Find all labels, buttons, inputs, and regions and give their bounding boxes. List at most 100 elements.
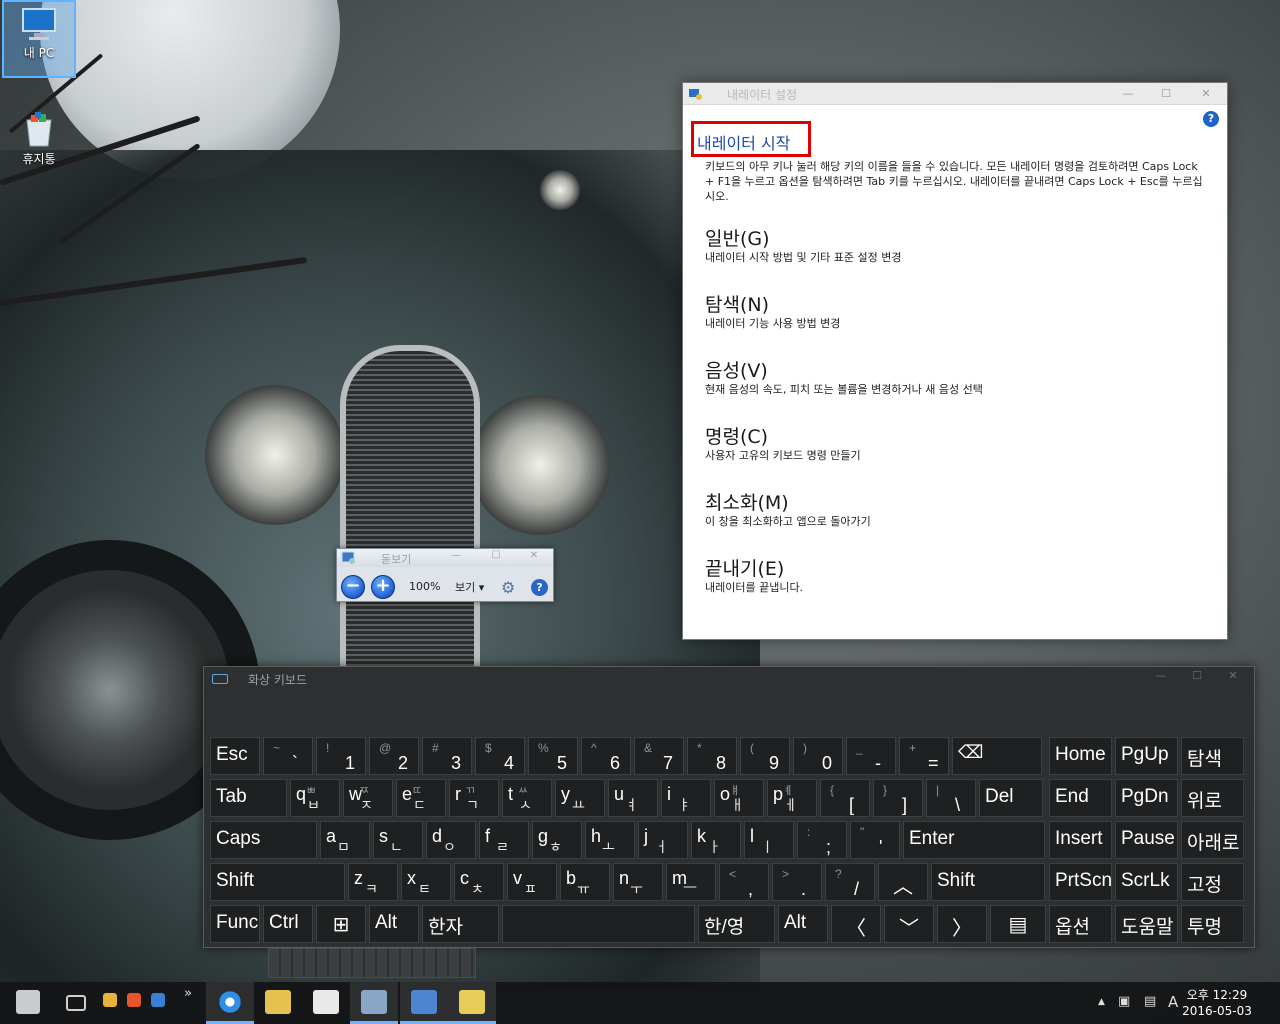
key-s[interactable]: sㄴ (373, 821, 423, 859)
taskbar-store[interactable] (302, 982, 350, 1024)
key-1[interactable]: ! 1 (316, 737, 366, 775)
help-icon[interactable]: ? (531, 579, 548, 596)
section-commands[interactable]: 명령(C) 사용자 고유의 키보드 명령 만들기 (705, 425, 1205, 463)
key-,[interactable]: <, (719, 863, 769, 901)
key-Ctrl[interactable]: Ctrl (263, 905, 313, 943)
start-button[interactable] (4, 982, 52, 1024)
key-PrtScn[interactable]: PrtScn (1049, 863, 1112, 901)
help-icon[interactable]: ? (1203, 111, 1219, 127)
key-i[interactable]: iㅑ (661, 779, 711, 817)
section-minimize[interactable]: 최소화(M) 이 창을 최소화하고 앱으로 돌아가기 (705, 491, 1205, 529)
start-narrator-link[interactable]: 내레이터 시작 (691, 121, 811, 157)
key-고정[interactable]: 고정 (1181, 863, 1244, 901)
key-9[interactable]: (9 (740, 737, 790, 775)
section-exit[interactable]: 끝내기(E) 내레이터를 끝냅니다. (705, 557, 1205, 595)
key-Del[interactable]: Del (979, 779, 1043, 817)
key-〉[interactable]: 〉 (937, 905, 987, 943)
show-hidden-icons-button[interactable]: ▲ (1098, 997, 1105, 1007)
key-Pause[interactable]: Pause (1115, 821, 1178, 859)
key-옵션[interactable]: 옵션 (1049, 905, 1112, 943)
key-〈[interactable]: 〈 (831, 905, 881, 943)
title-bar[interactable]: 돋보기 — ☐ ✕ (337, 549, 553, 567)
section-navigation[interactable]: 탐색(N) 내레이터 기능 사용 방법 변경 (705, 293, 1205, 331)
zoom-out-button[interactable]: − (341, 575, 365, 599)
key-⌫[interactable]: ⌫ (952, 737, 1042, 775)
key-b[interactable]: bㅠ (560, 863, 610, 901)
key-6[interactable]: ^ 6 (581, 737, 631, 775)
minimize-button[interactable]: — (1146, 669, 1176, 682)
key-e[interactable]: eㄷㄸ (396, 779, 446, 817)
key-Home[interactable]: Home (1049, 737, 1112, 775)
key-space[interactable] (502, 905, 695, 943)
key-'[interactable]: " ' (850, 821, 900, 859)
quicklaunch-overflow[interactable]: » (176, 982, 200, 1024)
key-;[interactable]: :; (797, 821, 847, 859)
key-5[interactable]: % 5 (528, 737, 578, 775)
close-button[interactable]: ✕ (1191, 83, 1221, 105)
clock[interactable]: 오후 12:29 2016-05-03 (1172, 987, 1262, 1019)
view-dropdown[interactable]: 보기 ▾ (455, 579, 484, 595)
key-PgDn[interactable]: PgDn (1115, 779, 1178, 817)
key-x[interactable]: xㅌ (401, 863, 451, 901)
action-center-icon[interactable]: ▤ (1144, 994, 1156, 1009)
key-도움말[interactable]: 도움말 (1115, 905, 1178, 943)
key-Insert[interactable]: Insert (1049, 821, 1112, 859)
key-c[interactable]: cㅊ (454, 863, 504, 901)
quicklaunch-app[interactable] (98, 982, 122, 1024)
key-w[interactable]: wㅈㅉ (343, 779, 393, 817)
section-general[interactable]: 일반(G) 내레이터 시작 방법 및 기타 표준 설정 변경 (705, 227, 1205, 265)
key-Esc[interactable]: Esc (210, 737, 260, 775)
key-Alt[interactable]: Alt (369, 905, 419, 943)
key-r[interactable]: rㄱㄲ (449, 779, 499, 817)
key-⊞[interactable]: ⊞ (316, 905, 366, 943)
key-한자[interactable]: 한자 (422, 905, 499, 943)
key-Alt[interactable]: Alt (778, 905, 828, 943)
quicklaunch-app[interactable] (122, 982, 146, 1024)
maximize-button[interactable]: ☐ (1182, 669, 1212, 682)
zoom-in-button[interactable]: + (371, 575, 395, 599)
key-d[interactable]: dㅇ (426, 821, 476, 859)
quicklaunch-app[interactable] (146, 982, 170, 1024)
minimize-button[interactable]: — (1113, 83, 1143, 105)
network-icon[interactable]: ▣ (1118, 994, 1130, 1009)
key-투명[interactable]: 투명 (1181, 905, 1244, 943)
key-/[interactable]: ? / (825, 863, 875, 901)
taskbar-narrator[interactable] (448, 982, 496, 1024)
key-p[interactable]: pㅔㅖ (767, 779, 817, 817)
key-아래로[interactable]: 아래로 (1181, 821, 1244, 859)
key-Shift[interactable]: Shift (931, 863, 1045, 901)
key-j[interactable]: jㅓ (638, 821, 688, 859)
key-PgUp[interactable]: PgUp (1115, 737, 1178, 775)
close-button[interactable]: ✕ (523, 550, 545, 561)
key-[[interactable]: {[ (820, 779, 870, 817)
title-bar[interactable]: 화상 키보드 — ☐ ✕ (204, 667, 1254, 691)
key-︿[interactable]: ︿ (878, 863, 928, 901)
key-h[interactable]: hㅗ (585, 821, 635, 859)
key-t[interactable]: tㅅㅆ (502, 779, 552, 817)
key-Shift[interactable]: Shift (210, 863, 345, 901)
key-`[interactable]: ~ ` (263, 737, 313, 775)
key-q[interactable]: qㅂㅃ (290, 779, 340, 817)
key-u[interactable]: uㅕ (608, 779, 658, 817)
taskbar-internet-explorer[interactable] (206, 982, 254, 1024)
maximize-button[interactable]: ☐ (485, 550, 507, 561)
key-8[interactable]: * 8 (687, 737, 737, 775)
key-Enter[interactable]: Enter (903, 821, 1045, 859)
key-▤[interactable]: ▤ (990, 905, 1046, 943)
key-g[interactable]: gㅎ (532, 821, 582, 859)
taskbar-file-explorer[interactable] (254, 982, 302, 1024)
key-n[interactable]: nㅜ (613, 863, 663, 901)
key-=[interactable]: + = (899, 737, 949, 775)
key-4[interactable]: $4 (475, 737, 525, 775)
key-Func[interactable]: Func (210, 905, 260, 943)
key-f[interactable]: fㄹ (479, 821, 529, 859)
key-][interactable]: }] (873, 779, 923, 817)
desktop-icon-recycle-bin[interactable]: 휴지통 (2, 108, 76, 174)
key-z[interactable]: zㅋ (348, 863, 398, 901)
key-y[interactable]: yㅛ (555, 779, 605, 817)
key-탐색[interactable]: 탐색 (1181, 737, 1244, 775)
key-0[interactable]: ) 0 (793, 737, 843, 775)
key-위로[interactable]: 위로 (1181, 779, 1244, 817)
gear-icon[interactable]: ⚙ (501, 578, 515, 597)
key-2[interactable]: @2 (369, 737, 419, 775)
